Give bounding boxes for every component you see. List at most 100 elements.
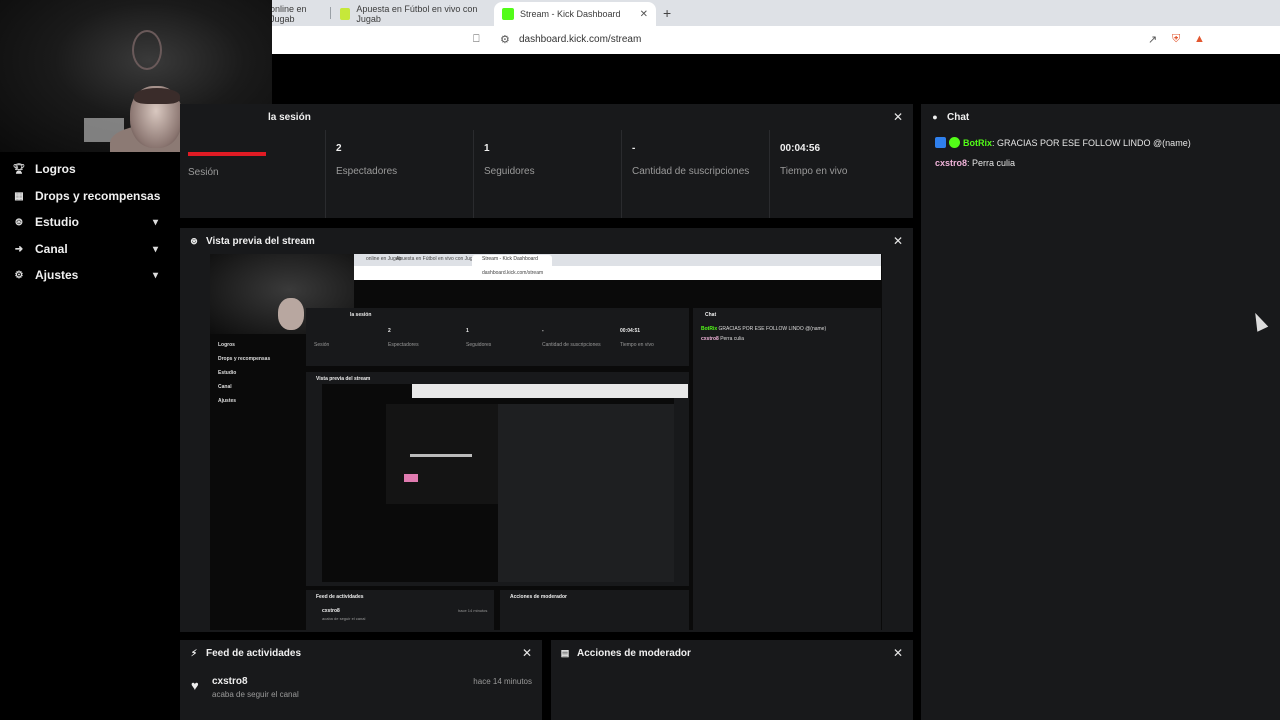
nested-chat-text: Perra culia [720, 336, 745, 342]
nested-url: dashboard.kick.com/stream [482, 270, 544, 276]
stat-label: Seguidores [484, 166, 535, 177]
bolt-icon [340, 8, 351, 20]
chat-text: GRACIAS POR ESE FOLLOW LINDO @(name) [997, 138, 1191, 148]
panel-title: Feed de actividades [206, 647, 302, 659]
sidebar-item-estudio[interactable]: ⊛ Estudio ▾ [12, 212, 162, 232]
new-tab-button[interactable]: + [663, 5, 671, 21]
stat-subscriptions: - Cantidad de suscripciones [621, 130, 769, 218]
channel-icon: ➜ [14, 243, 24, 255]
nested-panel-title: Acciones de moderador [510, 594, 567, 600]
close-icon[interactable]: ✕ [893, 110, 903, 124]
stat-live-time: 00:04:56 Tiempo en vivo [769, 130, 913, 218]
nested-feed-panel: Feed de actividades cxstro8 acaba de seg… [306, 590, 494, 630]
panel-header: ● Chat [921, 104, 1280, 130]
nested-preview-panel: Vista previa del stream [306, 372, 689, 586]
tab-jugab-1[interactable]: online en Jugab [262, 2, 334, 26]
tab-kick-dashboard[interactable]: Stream - Kick Dashboard ✕ [494, 2, 656, 26]
nested-inner-thumb [404, 474, 418, 482]
stat-viewers: 2 Espectadores [325, 130, 473, 218]
activity-feed-panel: ⚡︎ Feed de actividades ✕ ♥ cxstro8 acaba… [180, 640, 542, 720]
nested-sidebar-item: Drops y recompensas [218, 356, 271, 362]
close-icon[interactable]: ✕ [893, 646, 903, 660]
preview-icon: ⊛ [190, 235, 198, 246]
nested-inner-browser [412, 384, 688, 398]
sidebar-item-label: Drops y recompensas [35, 189, 161, 203]
nested-inner-bar [410, 454, 472, 457]
nested-stat-label: Seguidores [466, 342, 492, 348]
tab-label: Stream - Kick Dashboard [520, 9, 621, 19]
nested-panel-title: la sesión [350, 312, 372, 318]
nested-face [278, 298, 304, 330]
sidebar-item-logros[interactable]: 🏆︎ Logros [12, 159, 162, 179]
chat-username[interactable]: cxstro8 [935, 158, 967, 168]
nested-inner-panel [386, 404, 498, 504]
brave-shield-icon[interactable]: ⛨ [1172, 33, 1180, 46]
panel-title: Vista previa del stream [206, 235, 315, 247]
chevron-down-icon: ▾ [152, 269, 158, 281]
bot-badge-icon [935, 137, 946, 148]
stat-value: 1 [484, 143, 490, 154]
nested-chat-message: BotRix GRACIAS POR ESE FOLLOW LINDO @(na… [701, 326, 826, 332]
nested-session-panel: la sesión Sesión 2 Espectadores 1 Seguid… [306, 308, 689, 366]
nested-feed-time: hace 14 minutos [458, 608, 488, 613]
chat-panel: ● Chat BotRix: GRACIAS POR ESE FOLLOW LI… [921, 104, 1280, 720]
nested-stat-value: 1 [466, 328, 469, 334]
gift-icon: ▦ [14, 190, 24, 202]
chevron-down-icon: ▾ [152, 216, 158, 228]
nested-feed-user: cxstro8 [322, 608, 340, 614]
streamer-hair [134, 88, 180, 104]
heart-icon: ♥ [191, 678, 199, 693]
sidebar-item-label: Estudio [35, 215, 79, 229]
close-icon[interactable]: ✕ [893, 234, 903, 248]
stream-preview[interactable]: online en Jugab Apuesta en Fútbol en viv… [210, 254, 882, 630]
bolt-icon: ⚡︎ [190, 647, 198, 658]
nested-panel-title: Feed de actividades [316, 594, 364, 600]
sidebar-item-ajustes[interactable]: ⚙ Ajustes ▾ [12, 265, 162, 285]
tab-label: online en Jugab [270, 4, 307, 24]
chat-username[interactable]: BotRix [963, 138, 992, 148]
sidebar-item-label: Logros [35, 162, 76, 176]
lamp [132, 30, 162, 70]
session-panel: la sesión ✕ Sesión 2 Espectadores 1 Segu… [180, 104, 913, 218]
kick-icon [502, 8, 514, 20]
stat-followers: 1 Seguidores [473, 130, 621, 218]
share-icon[interactable]: ↗ [1148, 33, 1157, 46]
bookmark-icon[interactable]: ⎕ [473, 33, 480, 46]
nested-stat-label: Tiempo en vivo [620, 342, 654, 348]
close-icon[interactable]: ✕ [522, 646, 532, 660]
sidebar-item-label: Canal [35, 242, 68, 256]
feed-user[interactable]: cxstro8 [212, 676, 248, 687]
sidebar-item-label: Ajustes [35, 268, 79, 282]
tab-label: Apuesta en Fútbol en vivo con Jugab [356, 4, 478, 24]
nested-stat-value: 00:04:51 [620, 328, 641, 334]
sidebar-item-drops[interactable]: ▦ Drops y recompensas [12, 186, 162, 206]
tab-separator [330, 7, 331, 19]
stat-label: Espectadores [336, 166, 398, 177]
studio-icon: ⊛ [14, 216, 24, 228]
stat-session: Sesión [180, 130, 325, 218]
nested-chat-text: GRACIAS POR ESE FOLLOW LINDO @(name) [718, 326, 827, 332]
nested-tab-active: Stream - Kick Dashboard [472, 255, 552, 266]
panel-title: la sesión [268, 111, 311, 123]
sidebar-item-canal[interactable]: ➜ Canal ▾ [12, 239, 162, 259]
close-tab-icon[interactable]: ✕ [640, 9, 648, 20]
document-icon: ▤ [560, 647, 570, 658]
nested-tab-label: Stream - Kick Dashboard [482, 256, 538, 262]
chat-bubble-icon: ● [932, 112, 938, 122]
stat-label: Cantidad de suscripciones [632, 166, 750, 177]
nested-panel-title: Vista previa del stream [316, 376, 371, 382]
panel-header: ▤ Acciones de moderador [551, 640, 913, 666]
chat-message: BotRix: GRACIAS POR ESE FOLLOW LINDO @(n… [935, 137, 1191, 148]
tab-jugab-2[interactable]: Apuesta en Fútbol en vivo con Jugab [332, 2, 492, 26]
trophy-icon: 🏆︎ [12, 163, 26, 175]
nested-chat-panel: Chat BotRix GRACIAS POR ESE FOLLOW LINDO… [693, 308, 881, 630]
panel-header: ⊛ Vista previa del stream [180, 228, 913, 254]
url-field[interactable]: dashboard.kick.com/stream [519, 34, 641, 45]
site-info-icon[interactable]: ⚙ [500, 33, 510, 46]
nested-chat-user: BotRix [701, 326, 718, 332]
nested-address-bar: dashboard.kick.com/stream [354, 266, 881, 280]
rewards-icon[interactable]: ▲ [1194, 33, 1205, 45]
stat-value: 00:04:56 [780, 143, 821, 154]
panel-title: Chat [947, 111, 970, 123]
stat-label: Tiempo en vivo [780, 166, 848, 177]
